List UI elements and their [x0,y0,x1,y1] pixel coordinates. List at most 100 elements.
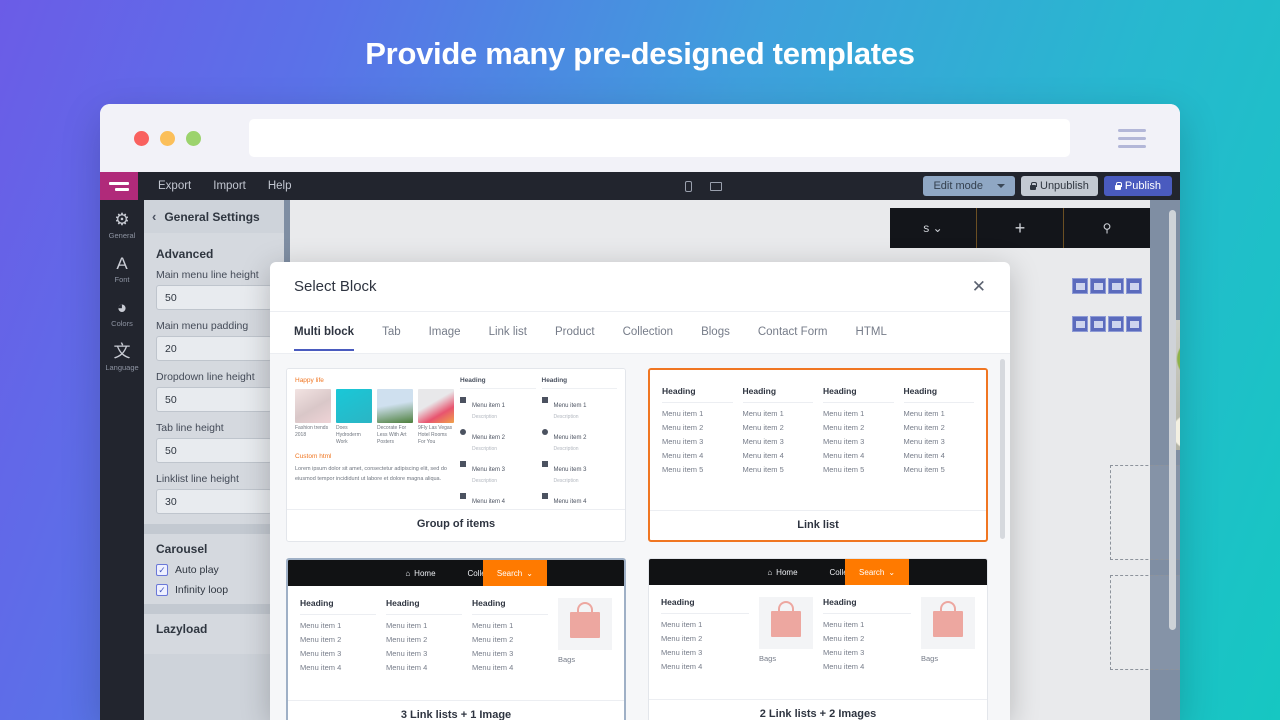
delete-block-icon[interactable] [1126,278,1142,294]
menu-item: Menu item 4 [661,662,703,671]
chevron-left-icon[interactable]: ‹ [152,209,156,224]
rail-label-language: Language [105,363,139,372]
delete-block-icon[interactable] [1126,316,1142,332]
move-block-icon[interactable] [1090,278,1106,294]
item-title: Menu item 4 [472,499,506,505]
menu-item: Menu item 5 [742,465,784,474]
article-title: 9Fly Las Vegas Hotel Rooms For You [418,425,453,445]
checkbox-infinity-loop[interactable]: ✓ [156,584,168,596]
nav-home: ⌂ Home [767,567,798,577]
tab-product[interactable]: Product [555,314,595,351]
menu-item: Menu item 4 [823,451,865,460]
add-block-button[interactable]: + [976,208,1063,248]
menu-import[interactable]: Import [213,180,246,192]
general-settings-panel: ‹ General Settings Advanced Main menu li… [144,200,284,720]
menu-help[interactable]: Help [268,180,292,192]
search-icon[interactable]: ⚲ [1063,208,1150,248]
column-heading: Heading [903,386,938,396]
menu-item: Menu item 2 [661,634,703,643]
settings-block-icon[interactable] [1108,278,1124,294]
checkbox-row-auto-play[interactable]: ✓ Auto play [156,564,272,576]
mobile-icon[interactable] [685,180,692,192]
menu-item: Menu item 4 [662,451,704,460]
rail-label-font: Font [114,275,130,284]
edit-mode-label: Edit mode [933,180,983,192]
address-bar[interactable] [249,119,1070,157]
tab-image[interactable]: Image [429,314,461,351]
rail-item-colors[interactable]: ◕ Colors [100,298,144,328]
template-card-label: 3 Link lists + 1 Image [288,700,624,720]
maximize-window-icon[interactable] [186,130,201,146]
desktop-icon[interactable] [710,181,722,191]
tab-tab[interactable]: Tab [382,314,401,351]
template-card-group-of-items[interactable]: Happy life Fashion trends 2018 Does Hydr… [286,368,626,542]
column-heading: Heading [823,597,857,607]
minimize-window-icon[interactable] [160,130,175,146]
tab-multi-block[interactable]: Multi block [294,314,355,351]
move-block-icon[interactable] [1090,316,1106,332]
tab-html[interactable]: HTML [856,314,887,351]
checkbox-row-infinity-loop[interactable]: ✓ Infinity loop [156,584,272,596]
product-caption: Bags [558,655,576,664]
menu-item: Menu item 1 [662,409,704,418]
unpublish-button[interactable]: Unpublish [1021,176,1098,196]
modal-header: Select Block ✕ [270,262,1010,312]
publish-button[interactable]: Publish [1103,176,1172,196]
goi-heading: Heading [541,377,568,384]
divider [823,402,894,403]
nav-home: ⌂ Home [405,568,436,578]
close-icon[interactable]: ✕ [972,278,986,295]
goi-list-item: Menu item 1 Description [541,394,618,420]
app-logo-icon[interactable] [100,172,138,200]
tab-blogs[interactable]: Blogs [701,314,730,351]
duplicate-block-icon[interactable] [1072,278,1088,294]
item-title: Menu item 3 [472,467,506,473]
input-tab-line-height[interactable]: 50 [156,438,272,463]
rail-item-language[interactable]: 文 Language [100,342,144,372]
settings-title: General Settings [164,209,260,224]
menu-item: Menu item 2 [903,423,945,432]
menu-item: Menu item 2 [662,423,704,432]
font-icon: A [116,254,128,273]
input-main-menu-padding[interactable]: 20 [156,336,272,361]
section-advanced-title: Advanced [156,247,214,261]
site-nav-collections[interactable]: s ⌄ [890,208,976,248]
editor-icon-rail: ⚙ General A Font ◕ Colors 文 Language [100,200,144,720]
tab-contact-form[interactable]: Contact Form [758,314,828,351]
template-card-link-list[interactable]: Heading Menu item 1 Menu item 2 Menu ite… [648,368,988,542]
label-infinity-loop: Infinity loop [175,584,229,596]
template-card-2-linklists-2-images[interactable]: ⌂ Home Collections Search ⌄ Heading [648,558,988,720]
input-dropdown-line-height[interactable]: 50 [156,387,272,412]
hamburger-icon[interactable] [1118,128,1146,148]
column-heading: Heading [386,598,420,608]
duplicate-block-icon[interactable] [1072,316,1088,332]
close-window-icon[interactable] [134,130,149,146]
menu-item: Menu item 2 [300,635,342,644]
rail-item-general[interactable]: ⚙ General [100,210,144,240]
input-main-menu-line-height[interactable]: 50 [156,285,272,310]
tab-link-list[interactable]: Link list [489,314,527,351]
divider [300,614,376,615]
template-card-3-linklists-1-image[interactable]: ⌂ Home Collections Search ⌄ Heading [286,558,626,720]
settings-block-icon[interactable] [1108,316,1124,332]
block-edit-controls [1072,316,1142,332]
bag-image [558,598,612,650]
rail-item-font[interactable]: A Font [100,254,144,284]
linklist-column: Heading Menu item 1 Menu item 2 Menu ite… [662,386,733,479]
modal-scrollbar[interactable] [1000,359,1005,539]
article-thumb-image [377,389,413,423]
item-description: Description [553,446,579,452]
edit-mode-dropdown[interactable]: Edit mode [923,176,1015,196]
checkbox-auto-play[interactable]: ✓ [156,564,168,576]
menu-export[interactable]: Export [158,180,191,192]
template-preview: Happy life Fashion trends 2018 Does Hydr… [287,369,625,509]
label-linklist-line-height: Linklist line height [156,473,239,485]
tab-collection[interactable]: Collection [623,314,674,351]
template-gallery[interactable]: Happy life Fashion trends 2018 Does Hydr… [270,354,1010,720]
menu-item: Menu item 2 [742,423,784,432]
canvas-scrollbar[interactable] [1169,210,1176,630]
goi-list-item: Menu item 2 Description [541,426,618,452]
input-linklist-line-height[interactable]: 30 [156,489,272,514]
divider [662,402,733,403]
menu-item: Menu item 3 [661,648,703,657]
